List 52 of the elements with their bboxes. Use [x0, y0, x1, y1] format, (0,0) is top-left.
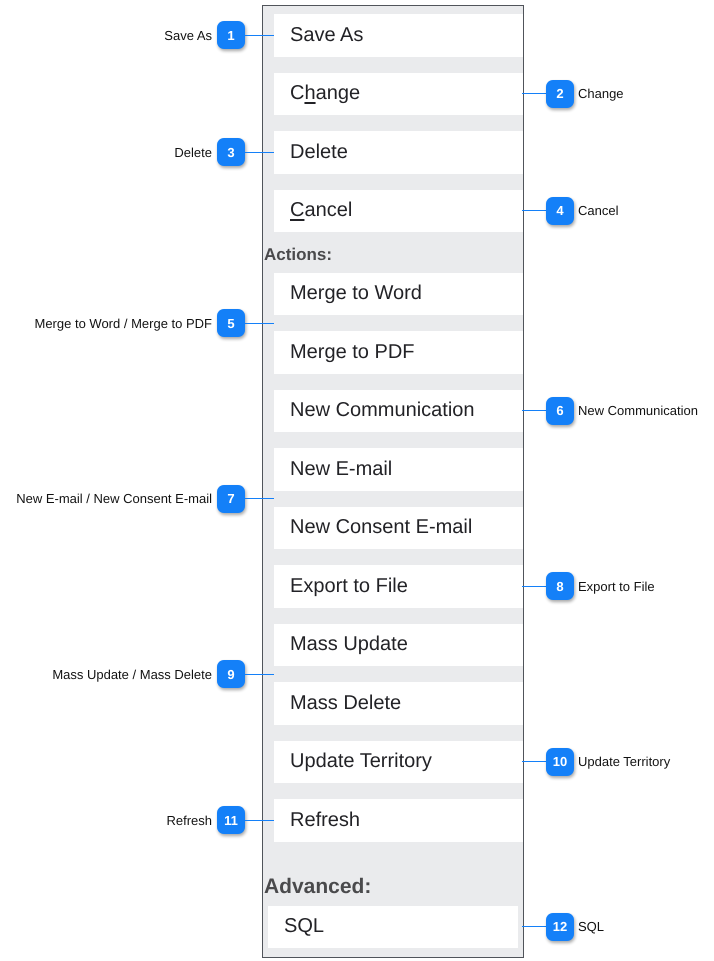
callout-badge: 6: [546, 396, 574, 425]
menu-button[interactable]: Cancel: [274, 190, 523, 232]
leader-line: [245, 498, 274, 499]
callout-badge: 2: [546, 80, 574, 108]
callout-label: Save As: [164, 28, 212, 43]
menu-button[interactable]: Refresh: [274, 799, 523, 842]
leader-line: [522, 210, 546, 212]
callout-badge: 3: [217, 138, 245, 166]
callout-label: Merge to Word / Merge to PDF: [34, 316, 212, 330]
leader-line: [522, 410, 546, 412]
callout-badge: 4: [546, 196, 574, 225]
menu-button[interactable]: New E-mail: [274, 448, 523, 490]
callout-badge: 5: [217, 309, 245, 337]
callout-label: Export to File: [578, 578, 655, 594]
callout-badge: 11: [217, 806, 245, 834]
callout-badge: 8: [546, 572, 574, 600]
menu-button[interactable]: Mass Delete: [274, 682, 523, 724]
callout-label: Refresh: [166, 812, 212, 828]
leader-line: [245, 322, 274, 324]
leader-line: [522, 926, 546, 928]
menu-button[interactable]: SQL: [268, 906, 518, 948]
leader-line: [245, 820, 274, 821]
callout-badge: 9: [217, 660, 245, 688]
callout-badge: 1: [217, 21, 245, 50]
leader-line: [245, 34, 274, 36]
menu-button[interactable]: Delete: [274, 131, 523, 174]
menu-button[interactable]: New Consent E-mail: [274, 506, 523, 549]
section-heading: Advanced:: [264, 876, 372, 898]
menu-button[interactable]: Save As: [274, 14, 523, 56]
callout-label: Update Territory: [578, 754, 670, 770]
callout-label: New E-mail / New Consent E-mail: [16, 491, 212, 506]
leader-line: [522, 93, 546, 94]
leader-line: [522, 761, 546, 762]
callout-label: SQL: [578, 919, 604, 934]
menu-button[interactable]: New Communication: [274, 390, 523, 432]
callout-badge: 10: [546, 748, 574, 776]
callout-label: Change: [578, 86, 624, 102]
callout-label: Cancel: [578, 203, 618, 218]
callout-label: Mass Update / Mass Delete: [52, 666, 212, 682]
menu-button[interactable]: Mass Update: [274, 624, 523, 666]
menu-button[interactable]: Export to File: [274, 565, 523, 608]
menu-button[interactable]: Merge to Word: [274, 272, 523, 315]
leader-line: [522, 586, 546, 587]
menu-button[interactable]: Merge to PDF: [274, 331, 523, 374]
leader-line: [245, 152, 274, 153]
menu-button[interactable]: Change: [274, 72, 523, 115]
callout-label: New Communication: [578, 403, 698, 418]
menu-button[interactable]: Update Territory: [274, 740, 523, 783]
section-heading: Actions:: [264, 244, 332, 264]
callout-badge: 7: [217, 484, 245, 512]
callout-badge: 12: [546, 912, 574, 941]
callout-label: Delete: [174, 144, 212, 160]
